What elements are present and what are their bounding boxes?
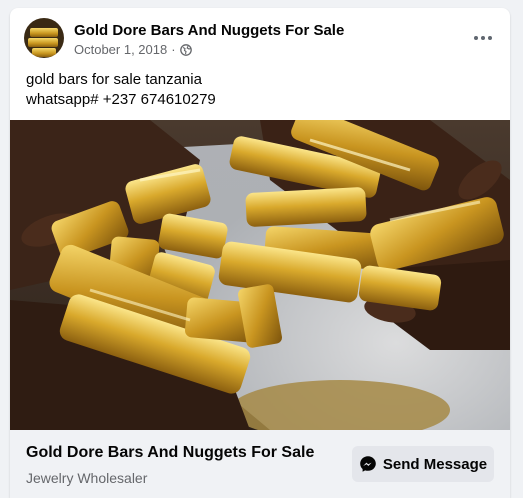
- post-text: gold bars for sale tanzania whatsapp# +2…: [26, 70, 496, 110]
- post-meta: October 1, 2018 ·: [74, 42, 192, 57]
- meta-separator: ·: [171, 42, 176, 57]
- more-options-icon[interactable]: [468, 26, 498, 50]
- globe-icon: [179, 43, 192, 56]
- link-preview[interactable]: Gold Dore Bars And Nuggets For Sale Jewe…: [10, 430, 510, 498]
- messenger-icon: [360, 456, 376, 472]
- link-preview-title[interactable]: Gold Dore Bars And Nuggets For Sale: [26, 444, 314, 462]
- post-date[interactable]: October 1, 2018: [74, 42, 167, 57]
- page-name-link[interactable]: Gold Dore Bars And Nuggets For Sale: [74, 22, 344, 39]
- post-text-line-2: whatsapp# +237 674610279: [26, 91, 216, 108]
- send-message-label: Send Message: [382, 455, 488, 473]
- post-text-line-1: gold bars for sale tanzania: [26, 71, 202, 88]
- link-preview-subtitle: Jewelry Wholesaler: [26, 470, 148, 486]
- post-card: Gold Dore Bars And Nuggets For Sale Octo…: [10, 8, 510, 498]
- post-photo[interactable]: [10, 120, 510, 430]
- post-header: Gold Dore Bars And Nuggets For Sale Octo…: [10, 8, 510, 68]
- send-message-button[interactable]: Send Message: [352, 446, 494, 482]
- page-avatar[interactable]: [24, 18, 64, 58]
